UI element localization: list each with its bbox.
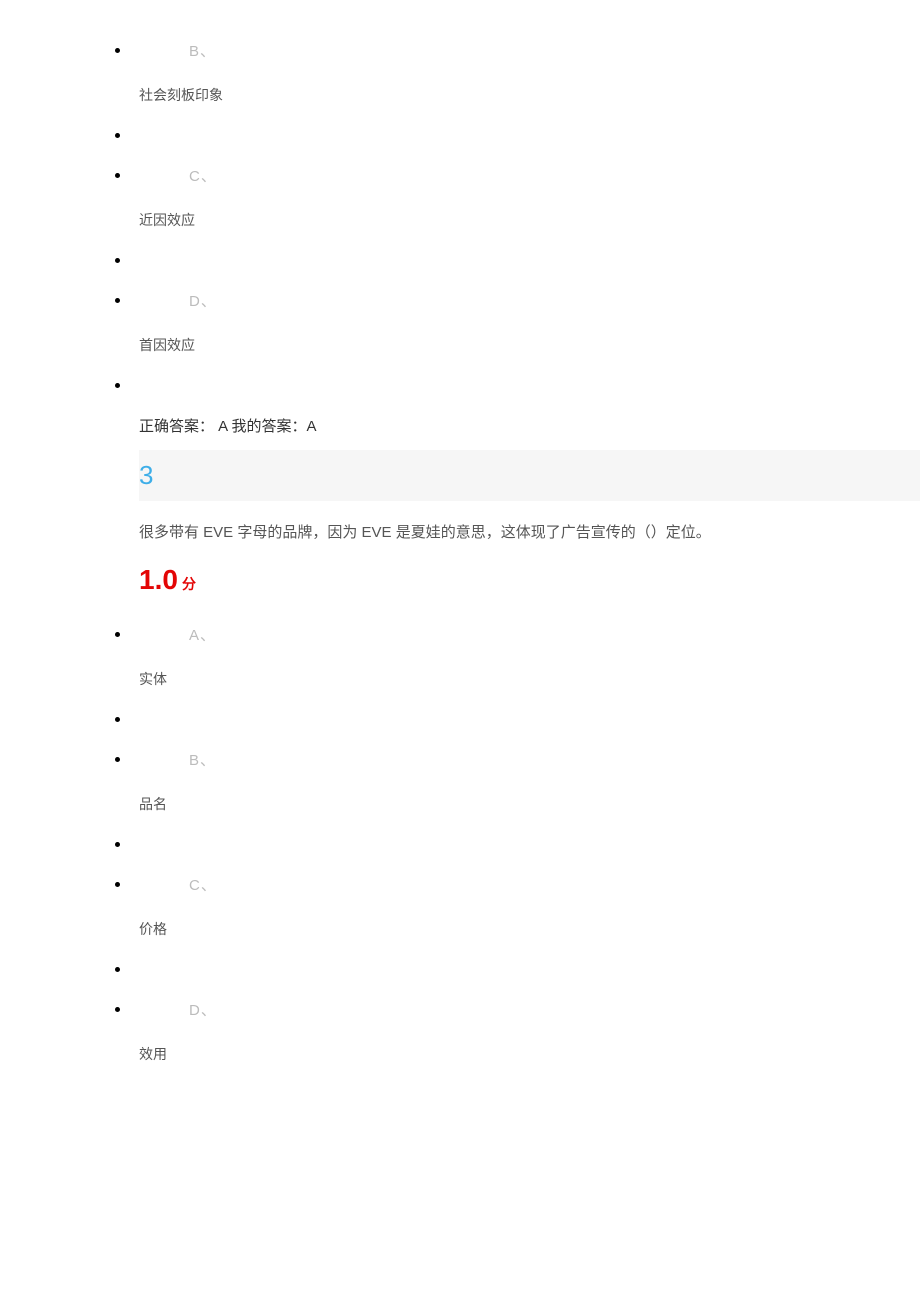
score-value: 1.0 [139, 564, 178, 595]
correct-answer-label: 正确答案： [139, 418, 214, 435]
option-text: 效用 [139, 1044, 920, 1064]
my-answer-label: 我的答案： [232, 418, 307, 435]
question-text: 很多带有 EVE 字母的品牌，因为 EVE 是夏娃的意思，这体现了广告宣传的（）… [139, 503, 920, 564]
option-text: 价格 [139, 919, 920, 939]
option-item-b[interactable]: B、 社会刻板印象 [115, 40, 920, 105]
my-answer-value: A [307, 418, 317, 435]
option-item-d[interactable]: D、 效用 [115, 999, 920, 1064]
option-item-c[interactable]: C、 近因效应 [115, 165, 920, 230]
option-text: 品名 [139, 794, 920, 814]
question-number-bar: 3 [139, 450, 920, 501]
spacer [115, 834, 920, 854]
option-text: 实体 [139, 669, 920, 689]
option-letter: D、 [189, 999, 920, 1020]
score-unit: 分 [182, 576, 196, 592]
spacer [115, 709, 920, 729]
spacer [115, 250, 920, 270]
option-letter: B、 [189, 40, 920, 61]
option-item-a[interactable]: A、 实体 [115, 624, 920, 689]
option-text: 首因效应 [139, 335, 920, 355]
score-line: 1.0分 [139, 564, 920, 596]
spacer [115, 125, 920, 145]
option-item-d[interactable]: D、 首因效应 [115, 290, 920, 355]
answer-line: 正确答案： A 我的答案：A [139, 415, 920, 436]
option-letter: A、 [189, 624, 920, 645]
options-list-prev: B、 社会刻板印象 C、 近因效应 D、 首因效应 [0, 40, 920, 395]
option-item-b[interactable]: B、 品名 [115, 749, 920, 814]
option-text: 近因效应 [139, 210, 920, 230]
option-text: 社会刻板印象 [139, 85, 920, 105]
options-list: A、 实体 B、 品名 C、 价格 D、 效用 [0, 624, 920, 1064]
option-letter: C、 [189, 874, 920, 895]
option-letter: B、 [189, 749, 920, 770]
spacer [115, 375, 920, 395]
question-number: 3 [139, 460, 153, 490]
option-letter: C、 [189, 165, 920, 186]
question-block: 3 很多带有 EVE 字母的品牌，因为 EVE 是夏娃的意思，这体现了广告宣传的… [139, 450, 920, 596]
spacer [115, 959, 920, 979]
option-item-c[interactable]: C、 价格 [115, 874, 920, 939]
option-letter: D、 [189, 290, 920, 311]
correct-answer-value: A [214, 418, 232, 435]
